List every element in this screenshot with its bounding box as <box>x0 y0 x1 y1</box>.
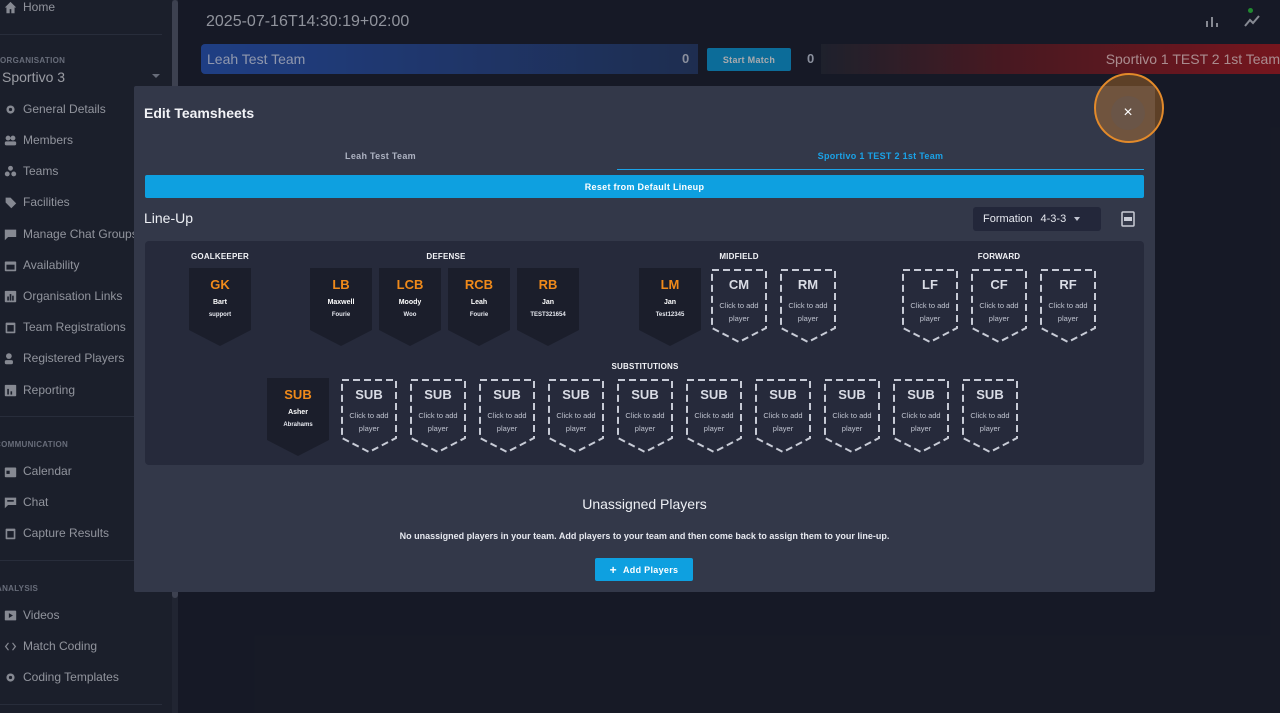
player-last-name: Fourie <box>469 312 489 318</box>
shirt-slot-positions-7[interactable]: RM Click to add player <box>777 268 839 346</box>
shirt-slot-positions-10[interactable]: RF Click to add player <box>1037 268 1099 346</box>
formation-label: Formation <box>983 213 1033 225</box>
add-player-hint: Click to add player <box>832 411 872 433</box>
team-tabs: Leah Test Team Sportivo 1 TEST 2 1st Tea… <box>144 142 1144 170</box>
shirt-slot-positions-4[interactable]: RB Jan TEST321654 <box>517 268 579 346</box>
lineup-pitch: GOALKEEPER DEFENSE MIDFIELD FORWARD SUBS… <box>145 241 1144 465</box>
lineup-title: Line-Up <box>144 210 194 226</box>
shirt-slot-subs-0[interactable]: SUB Asher Abrahams <box>267 378 329 456</box>
player-first-name: Leah <box>470 299 488 306</box>
position-code: SUB <box>562 387 590 402</box>
shirt-slot-positions-1[interactable]: LB Maxwell Fourie <box>310 268 372 346</box>
add-player-hint: Click to add player <box>694 411 734 433</box>
shirt-slot-positions-2[interactable]: LCB Moody Woo <box>379 268 441 346</box>
position-code: SUB <box>424 387 452 402</box>
position-code: RF <box>1059 277 1077 292</box>
add-player-hint: Click to add player <box>788 301 828 323</box>
shirt-slot-positions-9[interactable]: CF Click to add player <box>968 268 1030 346</box>
chevron-down-icon <box>1074 217 1081 221</box>
player-first-name: Jan <box>663 299 677 306</box>
add-player-hint: Click to add player <box>901 411 941 433</box>
position-code: SUB <box>355 387 383 402</box>
add-player-hint: Click to add player <box>487 411 527 433</box>
add-player-hint: Click to add player <box>979 301 1019 323</box>
add-player-hint: Click to add player <box>970 411 1010 433</box>
shirt-slot-positions-5[interactable]: LM Jan Test12345 <box>639 268 701 346</box>
group-label-substitutions: SUBSTITUTIONS <box>611 362 679 371</box>
player-first-name: Moody <box>398 299 422 306</box>
reset-lineup-button[interactable]: Reset from Default Lineup <box>145 175 1144 198</box>
position-code: LF <box>922 277 938 292</box>
player-last-name: Woo <box>403 312 417 318</box>
shirt-slot-positions-3[interactable]: RCB Leah Fourie <box>448 268 510 346</box>
shirt-slot-subs-5[interactable]: SUB Click to add player <box>614 378 676 456</box>
add-player-hint: Click to add player <box>556 411 596 433</box>
player-first-name: Jan <box>541 299 555 306</box>
add-player-hint: Click to add player <box>719 301 759 323</box>
add-player-hint: Click to add player <box>910 301 950 323</box>
group-label-defense: DEFENSE <box>426 252 466 261</box>
position-code: LB <box>332 277 350 292</box>
position-code: SUB <box>907 387 935 402</box>
position-code: CF <box>990 277 1008 292</box>
position-code: LM <box>660 277 680 292</box>
position-code: SUB <box>631 387 659 402</box>
tab-home-team[interactable]: Leah Test Team <box>144 142 617 170</box>
position-code: SUB <box>769 387 797 402</box>
position-code: CM <box>728 277 750 292</box>
unassigned-title: Unassigned Players <box>582 496 707 512</box>
shirt-slot-positions-0[interactable]: GK Bart support <box>189 268 251 346</box>
player-last-name: support <box>208 312 232 318</box>
shirt-slot-subs-9[interactable]: SUB Click to add player <box>890 378 952 456</box>
shirt-slot-subs-8[interactable]: SUB Click to add player <box>821 378 883 456</box>
player-first-name: Bart <box>212 299 227 306</box>
position-code: SUB <box>838 387 866 402</box>
formation-select[interactable]: Formation 4-3-3 <box>973 207 1101 231</box>
close-button[interactable]: × <box>1111 96 1145 130</box>
unassigned-message: No unassigned players in your team. Add … <box>399 531 890 541</box>
modal-title: Edit Teamsheets <box>144 105 255 121</box>
close-icon: × <box>1123 104 1133 121</box>
position-code: SUB <box>976 387 1004 402</box>
player-first-name: Maxwell <box>327 299 355 306</box>
shirt-slot-positions-6[interactable]: CM Click to add player <box>708 268 770 346</box>
shirt-slot-subs-6[interactable]: SUB Click to add player <box>683 378 745 456</box>
position-code: RM <box>797 277 819 292</box>
position-code: SUB <box>284 387 312 402</box>
shirt-slot-subs-2[interactable]: SUB Click to add player <box>407 378 469 456</box>
player-last-name: Test12345 <box>655 312 685 318</box>
shirt-slot-subs-1[interactable]: SUB Click to add player <box>338 378 400 456</box>
player-first-name: Asher <box>288 409 308 416</box>
plus-icon: + <box>609 562 617 577</box>
group-label-goalkeeper: GOALKEEPER <box>190 252 249 261</box>
group-label-forward: FORWARD <box>977 252 1021 261</box>
tab-away-team[interactable]: Sportivo 1 TEST 2 1st Team <box>617 142 1144 170</box>
add-player-hint: Click to add player <box>625 411 665 433</box>
position-code: SUB <box>493 387 521 402</box>
shirt-slot-subs-3[interactable]: SUB Click to add player <box>476 378 538 456</box>
position-code: LCB <box>396 277 424 292</box>
shirt-slot-subs-10[interactable]: SUB Click to add player <box>959 378 1021 456</box>
player-last-name: TEST321654 <box>530 312 566 318</box>
add-player-hint: Click to add player <box>418 411 458 433</box>
add-player-hint: Click to add player <box>763 411 803 433</box>
position-code: RB <box>538 277 558 292</box>
shirt-slot-subs-4[interactable]: SUB Click to add player <box>545 378 607 456</box>
add-players-button[interactable]: + Add Players <box>595 558 693 581</box>
add-player-hint: Click to add player <box>1048 301 1088 323</box>
edit-teamsheets-modal: Edit Teamsheets Leah Test Team Sportivo … <box>134 86 1155 592</box>
position-code: SUB <box>700 387 728 402</box>
add-player-hint: Click to add player <box>349 411 389 433</box>
pdf-export-icon[interactable] <box>1120 211 1136 227</box>
position-code: GK <box>210 277 230 292</box>
shirt-slot-subs-7[interactable]: SUB Click to add player <box>752 378 814 456</box>
player-last-name: Abrahams <box>283 422 313 428</box>
position-code: RCB <box>464 277 494 292</box>
group-label-midfield: MIDFIELD <box>719 252 759 261</box>
add-players-label: Add Players <box>622 564 679 575</box>
shirt-slot-positions-8[interactable]: LF Click to add player <box>899 268 961 346</box>
player-last-name: Fourie <box>331 312 351 318</box>
formation-value: 4-3-3 <box>1040 213 1067 225</box>
